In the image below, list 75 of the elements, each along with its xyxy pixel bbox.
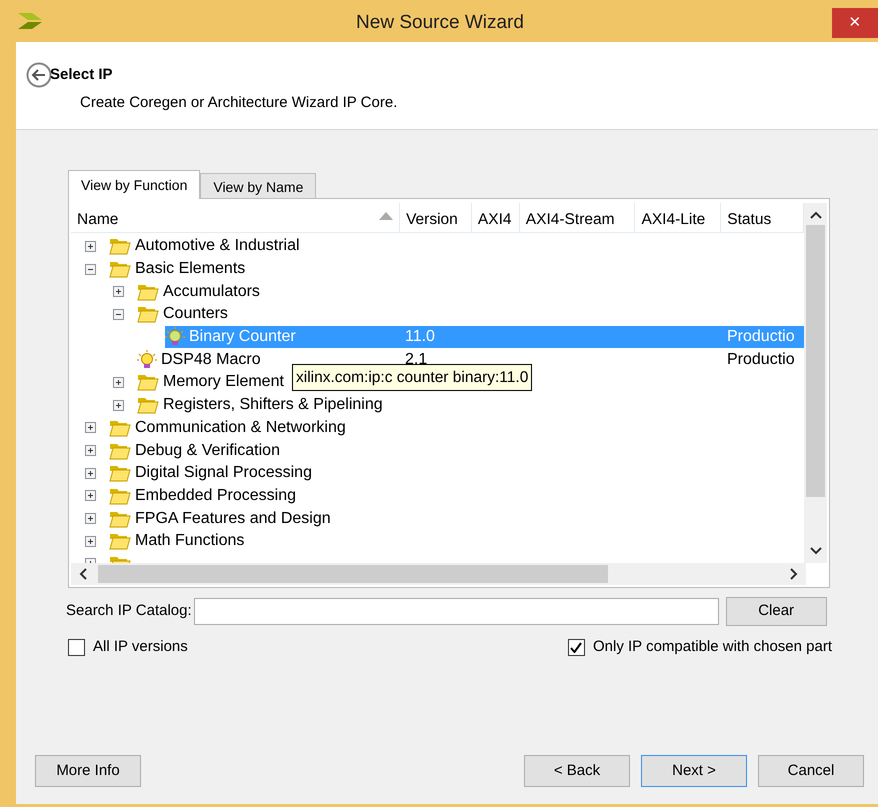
lightbulb-icon [137,350,157,370]
tree-item[interactable]: Counters [159,305,228,322]
close-button[interactable]: ✕ [832,8,878,38]
vertical-scrollbar[interactable] [804,203,827,563]
folder-icon [137,396,159,414]
table-cell: Productio [727,350,795,368]
lightbulb-icon [165,327,185,348]
search-field[interactable] [194,598,719,625]
dialog-button[interactable]: Cancel [758,755,864,787]
table-cell: 11.0 [405,328,435,346]
expand-toggle-icon[interactable] [113,376,124,388]
column-header[interactable]: AXI4-Lite [635,203,722,232]
dialog-button[interactable]: More Info [35,755,141,787]
collapse-toggle-icon[interactable] [113,308,124,320]
folder-icon [109,260,131,278]
search-label: Search IP Catalog: [66,601,192,622]
folder-icon [109,510,131,528]
expand-toggle-icon[interactable] [113,286,124,298]
scroll-left-icon[interactable] [79,568,87,580]
checkbox-label[interactable]: All IP versions [93,636,188,658]
folder-icon [137,282,159,301]
expand-toggle-icon[interactable] [85,422,96,434]
folder-icon [109,486,131,505]
expand-toggle-icon[interactable] [85,468,96,479]
scroll-right-icon[interactable] [790,568,798,580]
page-subtitle: Create Coregen or Architecture Wizard IP Core. [80,93,398,113]
scroll-thumb[interactable] [806,225,826,497]
table-cell: Productio [727,328,795,346]
dialog-button[interactable]: Next > [641,755,747,787]
folder-icon [109,442,131,460]
expand-toggle-icon[interactable] [85,490,96,502]
folder-icon [137,373,159,392]
checkmark-icon [570,642,582,653]
column-header[interactable]: AXI4-Stream [520,203,636,232]
column-header[interactable]: Name [71,203,400,232]
tree-item[interactable]: Accumulators [159,282,260,300]
folder-icon [109,237,131,256]
checkbox[interactable] [68,638,85,656]
tree-item[interactable]: FPGA Features and Design [131,510,331,527]
tree-item[interactable]: Registers, Shifters & Pipelining [159,396,383,414]
scroll-thumb[interactable] [98,565,608,583]
tree-item[interactable]: Digital Signal Processing [131,464,312,482]
folder-icon [137,305,159,324]
tree-item[interactable]: Math Functions [131,532,244,550]
expand-toggle-icon[interactable] [85,536,96,547]
checkbox-label[interactable]: Only IP compatible with chosen part [592,636,832,658]
tree-item[interactable]: Memory Element [159,373,284,390]
tree-item[interactable]: Automotive & Industrial [131,237,300,254]
expand-toggle-icon[interactable] [85,240,96,252]
folder-icon [109,532,131,550]
tree-item[interactable]: Debug & Verification [131,442,280,459]
checkbox[interactable] [568,638,585,656]
tree-item[interactable]: DSP48 Macro [157,350,261,368]
expand-toggle-icon[interactable] [85,513,96,524]
column-header[interactable]: Version [400,203,472,232]
tree-item[interactable]: Embedded Processing [131,486,296,504]
tab[interactable]: View by Name [200,173,316,198]
column-header[interactable]: AXI4 [472,203,520,232]
folder-icon [109,464,131,482]
tab[interactable]: View by Function [68,170,200,199]
tree-item[interactable]: Basic Elements [131,260,246,278]
clear-button[interactable]: Clear [726,597,827,626]
window-title: New Source Wizard [355,11,525,35]
scroll-down-icon[interactable] [810,547,822,555]
app-logo-icon [18,13,44,29]
collapse-toggle-icon[interactable] [85,264,96,275]
expand-toggle-icon[interactable] [113,400,124,411]
folder-icon [109,418,131,437]
page-heading: Select IP [50,64,113,85]
horizontal-scrollbar[interactable] [71,563,806,585]
dialog-button[interactable]: < Back [524,755,630,787]
tooltip: xilinx.com:ip:c counter binary:11.0 [292,364,532,392]
tree-item[interactable]: Communication & Networking [131,418,346,436]
scroll-up-icon[interactable] [810,211,822,219]
expand-toggle-icon[interactable] [85,445,96,456]
